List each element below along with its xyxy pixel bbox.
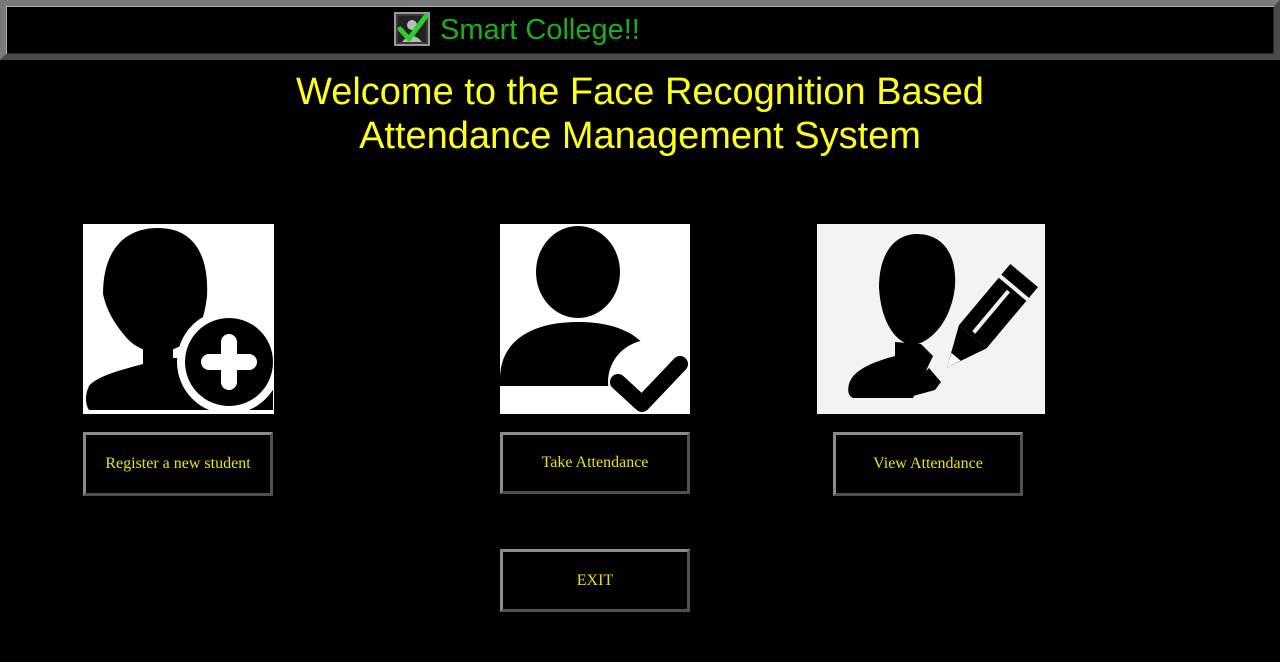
register-student-button[interactable]: Register a new student — [83, 432, 273, 496]
welcome-line-2: Attendance Management System — [359, 115, 921, 157]
take-attendance-tile — [500, 224, 690, 414]
welcome-heading: Welcome to the Face Recognition Based At… — [0, 70, 1280, 158]
user-check-icon — [500, 226, 690, 414]
view-attendance-button[interactable]: View Attendance — [833, 432, 1023, 496]
take-attendance-button[interactable]: Take Attendance — [500, 432, 690, 494]
title-bar: Smart College!! — [0, 0, 1280, 60]
welcome-line-1: Welcome to the Face Recognition Based — [296, 71, 984, 113]
app-title: Smart College!! — [440, 14, 640, 46]
checkbox-check-icon — [394, 12, 430, 46]
view-attendance-tile — [817, 224, 1045, 414]
user-edit-icon — [848, 234, 1038, 398]
exit-button[interactable]: EXIT — [500, 549, 690, 612]
user-add-icon — [86, 228, 274, 414]
register-student-tile — [83, 224, 274, 414]
